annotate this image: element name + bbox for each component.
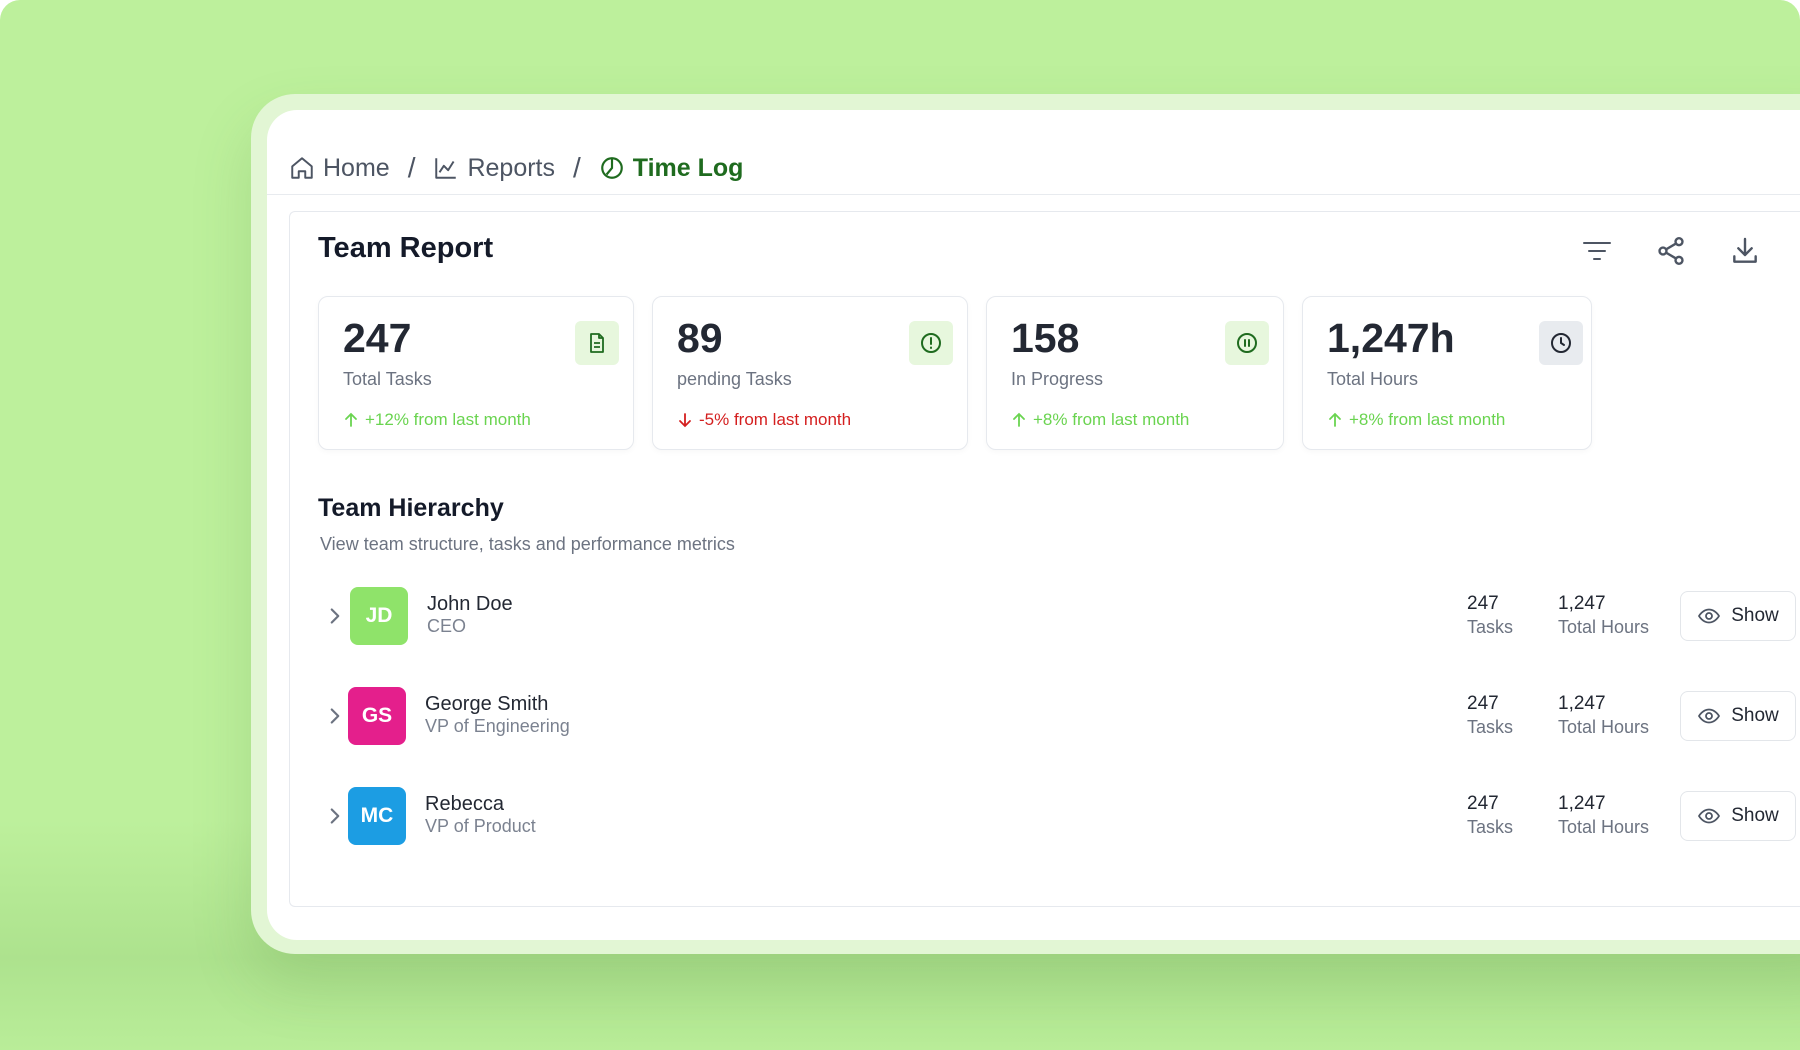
document-icon [590, 333, 604, 353]
tasks-label: Tasks [1467, 617, 1514, 637]
member-role: VP of Product [425, 816, 536, 836]
avatar: MC [348, 787, 406, 845]
clock-icon [1551, 333, 1571, 353]
hours-metric: 1,247 Total Hours [1558, 693, 1649, 738]
tasks-metric: 247 Tasks [1467, 693, 1513, 738]
member-name: Rebecca [425, 793, 504, 815]
breadcrumb-time-log-label: Time Log [632, 153, 744, 182]
hours-label: Total Hours [1558, 717, 1650, 737]
tasks-metric: 247 Tasks [1467, 593, 1513, 638]
show-button[interactable]: Show [1680, 791, 1796, 841]
breadcrumb: Home / Reports / Time Log [289, 150, 743, 186]
arrow-down-icon [679, 413, 691, 428]
member-row[interactable]: MC Rebecca VP of Product 247 Tasks 1,247… [290, 787, 1800, 847]
eye-icon [1698, 708, 1721, 724]
tasks-label: Tasks [1467, 817, 1514, 837]
hours-metric: 1,247 Total Hours [1558, 593, 1649, 638]
chart-line-icon [435, 158, 457, 179]
stat-icon-box [1539, 321, 1583, 365]
hours-count: 1,247 [1558, 793, 1606, 814]
stat-value: 89 [677, 315, 723, 361]
breadcrumb-home[interactable]: Home [289, 154, 390, 183]
member-role: CEO [427, 616, 467, 636]
chevron-right-icon[interactable] [322, 703, 348, 729]
alert-circle-icon [921, 333, 941, 353]
stat-delta: +8% from last month [1011, 410, 1189, 430]
filter-button[interactable] [1580, 234, 1614, 268]
hours-label: Total Hours [1558, 817, 1650, 837]
eye-icon [1698, 808, 1721, 824]
chevron-right-icon[interactable] [322, 603, 348, 629]
hours-metric: 1,247 Total Hours [1558, 793, 1649, 838]
tasks-count: 247 [1467, 693, 1499, 714]
home-icon [291, 157, 313, 179]
stat-icon-box [1225, 321, 1269, 365]
stat-card-total-hours: 1,247h Total Hours +8% from last month [1302, 296, 1592, 450]
breadcrumb-reports-label: Reports [467, 153, 556, 182]
download-button[interactable] [1728, 234, 1762, 268]
eye-icon [1698, 608, 1721, 624]
hours-label: Total Hours [1558, 617, 1650, 637]
breadcrumb-reports[interactable]: Reports [433, 154, 555, 183]
stat-label: Total Tasks [343, 369, 432, 389]
tasks-label: Tasks [1467, 717, 1514, 737]
report-toolbar [1580, 234, 1762, 268]
share-icon [1658, 237, 1684, 265]
hierarchy-subtitle: View team structure, tasks and performan… [320, 534, 735, 554]
app-window: Home / Reports / Time Log Team Report 24… [267, 110, 1800, 940]
stat-card-pending-tasks: 89 pending Tasks -5% from last month [652, 296, 968, 450]
member-name: John Doe [427, 593, 513, 615]
stat-value: 247 [343, 315, 412, 361]
stat-delta-text: +8% from last month [1033, 410, 1190, 429]
show-button-label: Show [1731, 705, 1779, 726]
breadcrumb-separator: / [407, 152, 416, 183]
stat-label: Total Hours [1327, 369, 1419, 389]
stat-card-in-progress: 158 In Progress +8% from last month [986, 296, 1284, 450]
show-button[interactable]: Show [1680, 591, 1796, 641]
show-button[interactable]: Show [1680, 691, 1796, 741]
stat-delta-text: -5% from last month [699, 410, 852, 429]
stat-label: pending Tasks [677, 369, 792, 389]
filter-icon [1583, 242, 1611, 260]
chevron-right-icon[interactable] [322, 803, 348, 829]
arrow-up-icon [1013, 412, 1025, 427]
hierarchy-title: Team Hierarchy [318, 494, 504, 522]
breadcrumb-separator: / [573, 152, 581, 183]
member-row[interactable]: GS George Smith VP of Engineering 247 Ta… [290, 687, 1800, 747]
share-button[interactable] [1654, 234, 1688, 268]
show-button-label: Show [1731, 805, 1779, 826]
pause-circle-icon [1237, 333, 1257, 353]
hours-count: 1,247 [1558, 693, 1606, 714]
breadcrumb-divider [267, 194, 1800, 195]
pie-chart-icon [600, 157, 623, 179]
team-report-panel: Team Report 247 Total Tasks +12% from la… [289, 211, 1800, 907]
stat-delta-text: +8% from last month [1349, 410, 1506, 429]
download-icon [1733, 237, 1757, 263]
stat-delta: -5% from last month [677, 410, 851, 430]
arrow-up-icon [1329, 412, 1341, 427]
avatar: JD [350, 587, 408, 645]
stat-card-total-tasks: 247 Total Tasks +12% from last month [318, 296, 634, 450]
stat-delta: +8% from last month [1327, 410, 1505, 430]
tasks-metric: 247 Tasks [1467, 793, 1513, 838]
stat-icon-box [575, 321, 619, 365]
tasks-count: 247 [1467, 593, 1499, 614]
breadcrumb-home-label: Home [323, 153, 390, 182]
hours-count: 1,247 [1558, 593, 1606, 614]
member-role: VP of Engineering [425, 716, 570, 736]
stat-value: 158 [1011, 315, 1080, 361]
panel-title: Team Report [318, 232, 494, 264]
stat-label: In Progress [1011, 369, 1104, 389]
stat-delta: +12% from last month [343, 410, 531, 430]
avatar: GS [348, 687, 406, 745]
stat-value: 1,247h [1327, 315, 1455, 361]
breadcrumb-time-log[interactable]: Time Log [599, 153, 744, 183]
show-button-label: Show [1731, 605, 1779, 626]
arrow-up-icon [345, 412, 357, 427]
member-name: George Smith [425, 693, 549, 715]
stat-delta-text: +12% from last month [365, 410, 531, 429]
tasks-count: 247 [1467, 793, 1499, 814]
stat-icon-box [909, 321, 953, 365]
member-row[interactable]: JD John Doe CEO 247 Tasks 1,247 Total Ho… [290, 587, 1800, 647]
